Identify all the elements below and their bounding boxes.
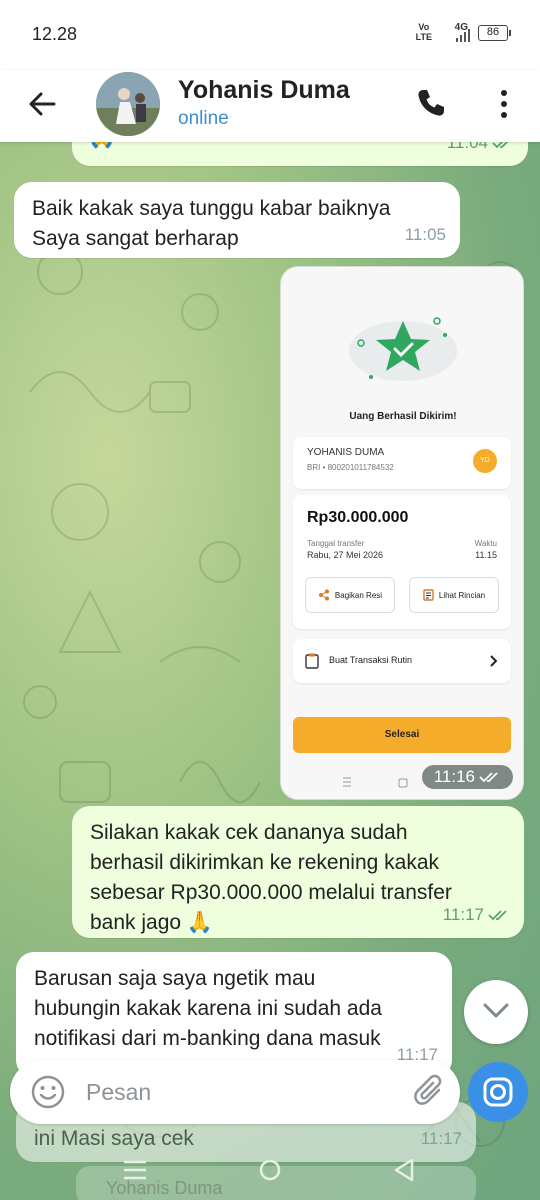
recipient-card: YOHANIS DUMA BRI • 800201011784532 YD bbox=[293, 437, 511, 489]
recipient-name: YOHANIS DUMA bbox=[307, 447, 385, 458]
nav-back-icon[interactable] bbox=[394, 1158, 414, 1182]
success-star-icon bbox=[349, 317, 457, 381]
message-input[interactable] bbox=[86, 1072, 386, 1112]
time-label: Waktu bbox=[474, 539, 497, 548]
camera-icon bbox=[483, 1077, 513, 1107]
more-vertical-icon[interactable] bbox=[492, 88, 516, 120]
message-meta: 11:16 bbox=[421, 765, 513, 789]
contact-status: online bbox=[178, 108, 229, 129]
signal-icon bbox=[456, 28, 470, 42]
message-outgoing[interactable]: 🙏 11:04 bbox=[72, 142, 528, 166]
message-composer bbox=[10, 1060, 460, 1124]
double-check-icon bbox=[492, 142, 509, 149]
contact-name[interactable]: Yohanis Duma bbox=[178, 76, 350, 105]
message-meta: 11:05 bbox=[405, 220, 446, 250]
recents-icon[interactable] bbox=[124, 1160, 146, 1180]
view-details-button: Lihat Rincian bbox=[409, 577, 499, 613]
receipt-title: Uang Berhasil Dikirim! bbox=[349, 411, 457, 422]
time-value: 11.15 bbox=[475, 550, 497, 560]
volte-top: Vo bbox=[418, 22, 430, 32]
message-line: Saya sangat berharap bbox=[32, 227, 239, 250]
transfer-amount: Rp30.000.000 bbox=[307, 509, 409, 526]
chat-area[interactable]: 🙏 11:04 Baik kakak saya tunggu kabar bai… bbox=[0, 142, 540, 1200]
share-receipt-button: Bagikan Resi bbox=[305, 577, 395, 613]
message-meta: 11:04 bbox=[447, 142, 514, 158]
message-time: 11:16 bbox=[433, 767, 475, 786]
message-text: 🙏 bbox=[88, 142, 115, 152]
message-line: Barusan saja saya ngetik mau bbox=[34, 967, 316, 990]
avatar[interactable] bbox=[96, 72, 160, 136]
camera-button[interactable] bbox=[468, 1062, 528, 1122]
volte-indicator: Vo LTE bbox=[416, 22, 432, 42]
routine-label: Buat Transaksi Rutin bbox=[329, 655, 413, 665]
volte-bottom: LTE bbox=[415, 32, 432, 42]
message-meta: 11:17 bbox=[443, 900, 510, 930]
scroll-down-button[interactable] bbox=[464, 980, 528, 1044]
battery-level: 86 bbox=[486, 26, 500, 38]
clipboard-icon bbox=[305, 653, 319, 669]
phone-icon[interactable] bbox=[414, 86, 448, 120]
double-check-icon bbox=[488, 910, 507, 921]
message-line: Silakan kakak cek dananya sudah bbox=[90, 821, 408, 844]
message-line: hubungin kakak karena ini sudah ada bbox=[34, 997, 382, 1020]
home-icon[interactable] bbox=[259, 1159, 281, 1181]
message-time: 11:04 bbox=[446, 142, 488, 152]
message-incoming[interactable]: Baik kakak saya tunggu kabar baiknya Say… bbox=[14, 182, 460, 258]
message-line: notifikasi dari m-banking dana masuk bbox=[34, 1027, 381, 1050]
transfer-receipt: Uang Berhasil Dikirim! YOHANIS DUMA BRI … bbox=[281, 267, 523, 799]
status-time: 12.28 bbox=[32, 24, 78, 44]
date-value: Rabu, 27 Mei 2026 bbox=[307, 550, 384, 560]
chevron-right-icon bbox=[490, 655, 497, 667]
chevron-down-icon bbox=[483, 1003, 509, 1018]
attach-icon[interactable] bbox=[412, 1074, 448, 1110]
date-label: Tanggal transfer bbox=[307, 539, 365, 548]
message-time: 11:05 bbox=[404, 225, 446, 244]
recipient-initials: YD bbox=[473, 449, 497, 473]
status-bar: 12.28 Vo LTE 4G 86 bbox=[0, 0, 540, 70]
emoji-icon[interactable] bbox=[30, 1074, 66, 1110]
battery-icon: 86 bbox=[478, 25, 511, 41]
amount-card: Rp30.000.000 Tanggal transfer Rabu, 27 M… bbox=[293, 495, 511, 629]
routine-card: Buat Transaksi Rutin bbox=[293, 639, 511, 683]
share-icon bbox=[318, 589, 329, 601]
message-line: Baik kakak saya tunggu kabar baiknya bbox=[32, 197, 391, 220]
recipient-account: BRI • 800201011784532 bbox=[307, 463, 394, 472]
document-icon bbox=[423, 589, 434, 601]
share-receipt-label: Bagikan Resi bbox=[334, 590, 383, 600]
system-nav-bar bbox=[124, 1158, 414, 1182]
image-message[interactable]: Uang Berhasil Dikirim! YOHANIS DUMA BRI … bbox=[280, 266, 524, 800]
message-line: berhasil dikirimkan ke rekening kakak bbox=[90, 851, 439, 874]
double-check-icon bbox=[479, 772, 498, 783]
view-details-label: Lihat Rincian bbox=[438, 590, 486, 600]
message-time: 11:17 bbox=[442, 905, 484, 924]
finish-button: Selesai bbox=[293, 717, 511, 753]
chat-header: Yohanis Duma online bbox=[0, 70, 540, 142]
back-arrow-icon[interactable] bbox=[24, 86, 60, 122]
message-outgoing[interactable]: Silakan kakak cek dananya sudah berhasil… bbox=[72, 806, 524, 938]
